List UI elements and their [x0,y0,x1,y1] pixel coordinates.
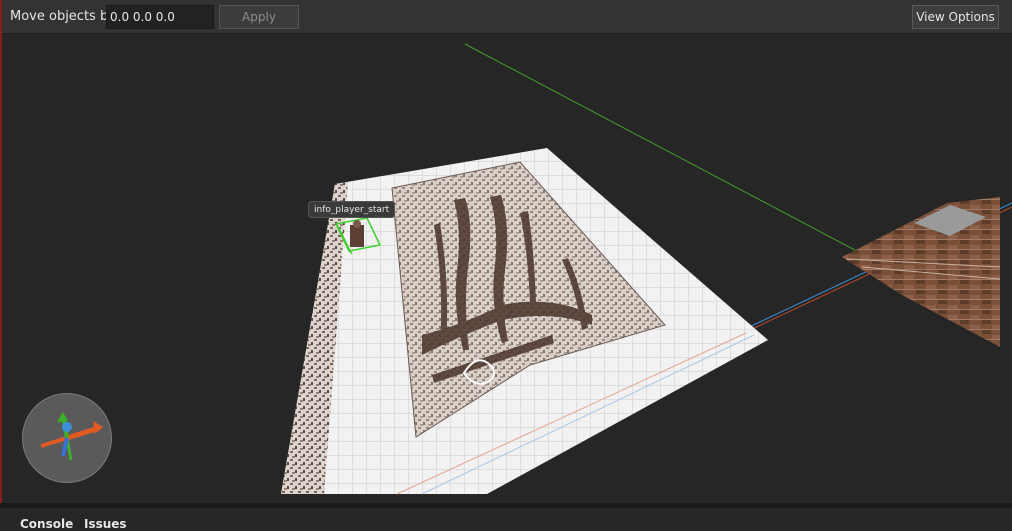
bottom-dock: Console Issues [0,508,1012,531]
viewport-toolbar: Move objects by Apply View Options [2,0,1012,34]
apply-button[interactable]: Apply [219,5,299,29]
map-editor-window: Move objects by Apply View Options [0,0,1012,531]
tab-issues[interactable]: Issues [84,517,127,531]
orientation-gizmo-icon[interactable] [22,393,112,483]
3d-viewport[interactable]: info_player_start [2,35,1012,503]
entity-name-label: info_player_start [308,201,396,218]
tab-console[interactable]: Console [20,517,73,531]
view-options-button[interactable]: View Options [912,5,999,29]
move-offset-input[interactable] [106,5,214,29]
viewport-scene [281,43,1012,495]
move-objects-label: Move objects by [10,9,116,24]
